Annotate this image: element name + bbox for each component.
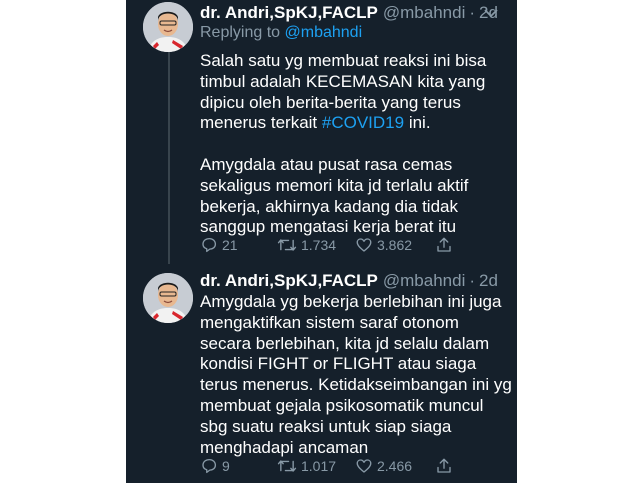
- replying-to: Replying to @mbahndi: [200, 24, 362, 42]
- timestamp[interactable]: 2d: [479, 271, 498, 291]
- retweet-icon: [277, 239, 297, 251]
- reply-count: 9: [222, 458, 230, 474]
- tweet-text-part: ini.: [404, 113, 431, 133]
- reply-button[interactable]: 9: [200, 456, 230, 476]
- share-icon: [437, 458, 451, 473]
- tweet-actions: 9 1.017 2.466: [200, 456, 512, 476]
- author-name[interactable]: dr. Andri,SpKJ,FACLP: [200, 3, 378, 23]
- reply-button[interactable]: 21: [200, 235, 238, 255]
- separator-dot: ·: [469, 271, 476, 290]
- tweet[interactable]: dr. Andri,SpKJ,FACLP @mbahndi · 2d Reply…: [126, 0, 517, 264]
- author-name[interactable]: dr. Andri,SpKJ,FACLP: [200, 271, 378, 291]
- like-count: 2.466: [377, 458, 413, 474]
- share-button[interactable]: [435, 456, 457, 476]
- like-count: 3.862: [377, 237, 413, 253]
- tweet-text: Salah satu yg membuat reaksi ini bisa ti…: [200, 51, 512, 238]
- replying-to-handle[interactable]: @mbahndi: [285, 24, 363, 41]
- avatar-image: [143, 273, 193, 323]
- heart-icon: [356, 238, 372, 252]
- reply-count: 21: [222, 237, 238, 253]
- retweet-button[interactable]: 1.017: [277, 456, 336, 476]
- share-icon: [437, 237, 451, 252]
- retweet-count: 1.017: [301, 458, 337, 474]
- retweet-icon: [277, 460, 297, 472]
- retweet-button[interactable]: 1.734: [277, 235, 336, 255]
- hashtag-link[interactable]: #COVID19: [322, 113, 404, 132]
- heart-icon: [356, 459, 372, 473]
- avatar[interactable]: [143, 273, 193, 323]
- tweet-paragraph: Amygdala atau pusat rasa cemas sekaligus…: [200, 154, 469, 237]
- author-handle[interactable]: @mbahndi: [383, 271, 465, 291]
- reply-icon: [202, 458, 217, 474]
- like-button[interactable]: 3.862: [355, 235, 412, 255]
- thread-connector-line: [168, 52, 170, 264]
- replying-to-label: Replying to: [200, 24, 281, 41]
- tweet-paragraph: Salah satu yg membuat reaksi ini bisa ti…: [200, 51, 512, 134]
- tweet[interactable]: dr. Andri,SpKJ,FACLP @mbahndi · 2d Amygd…: [126, 264, 517, 483]
- tweet-thread: dr. Andri,SpKJ,FACLP @mbahndi · 2d Reply…: [126, 0, 517, 483]
- retweet-count: 1.734: [301, 237, 337, 253]
- avatar-image: [143, 2, 193, 52]
- like-button[interactable]: 2.466: [355, 456, 412, 476]
- tweet-text: Amygdala yg bekerja berlebihan ini juga …: [200, 292, 512, 457]
- share-button[interactable]: [435, 235, 457, 255]
- tweet-actions: 21 1.734 3.862: [200, 235, 512, 255]
- avatar[interactable]: [143, 2, 193, 52]
- chevron-down-icon[interactable]: [483, 7, 499, 19]
- reply-icon: [202, 237, 217, 253]
- separator-dot: ·: [469, 3, 476, 22]
- author-handle[interactable]: @mbahndi: [383, 3, 465, 23]
